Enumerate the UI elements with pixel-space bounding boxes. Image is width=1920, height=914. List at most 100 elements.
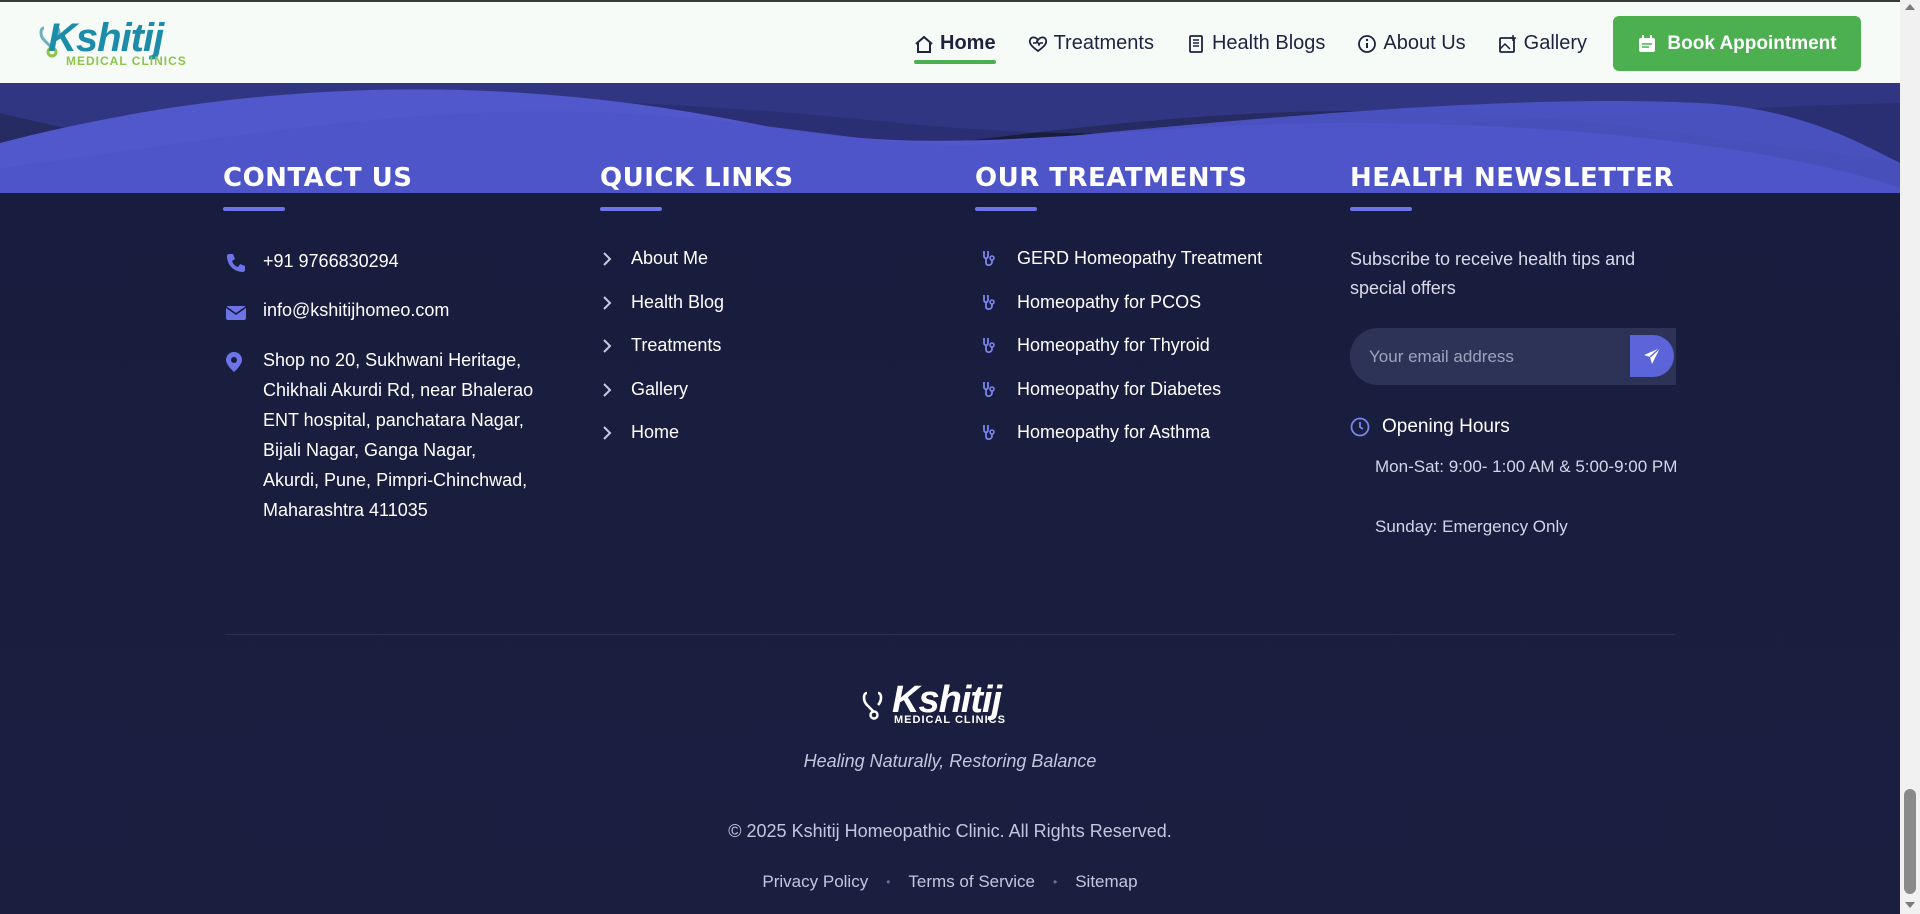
footer-copyright: © 2025 Kshitij Homeopathic Clinic. All R… — [728, 821, 1172, 841]
treatment-label: Homeopathy for Thyroid — [1017, 335, 1210, 355]
address-text: Shop no 20, Sukhwani Heritage, Chikhali … — [263, 345, 533, 525]
nav-health-blogs[interactable]: Health Blogs — [1186, 24, 1325, 64]
nav-about-us-label: About Us — [1383, 32, 1466, 54]
newsletter-title-underline — [1350, 207, 1412, 211]
newsletter-description: Subscribe to receive health tips and spe… — [1350, 249, 1636, 298]
contact-email[interactable]: info@kshitijhomeo.com — [225, 295, 449, 331]
newsletter-submit-button[interactable] — [1630, 335, 1674, 377]
quick-link-label: Health Blog — [631, 292, 725, 312]
heart-pulse-icon — [1028, 35, 1047, 52]
treatment-label: Homeopathy for Asthma — [1017, 422, 1211, 442]
opening-hours-title: Opening Hours — [1382, 416, 1510, 437]
address-line: Maharashtra 411035 — [263, 500, 428, 520]
hours-weekday: Mon-Sat: 9:00- 1:00 AM & 5:00-9:00 PM — [1375, 457, 1678, 476]
footer-logo[interactable]: Kshitij MEDICAL CLINICS — [862, 679, 1042, 727]
separator-dot: • — [1053, 875, 1058, 889]
nav-gallery[interactable]: Gallery — [1498, 24, 1587, 64]
sitemap-link[interactable]: Sitemap — [1075, 872, 1137, 892]
chevron-right-icon — [602, 338, 631, 353]
quick-link-treatments[interactable]: Treatments — [602, 335, 721, 356]
quick-link-label: Gallery — [631, 379, 689, 399]
nav-home[interactable]: Home — [914, 24, 996, 64]
footer-tagline: Healing Naturally, Restoring Balance — [803, 751, 1097, 771]
scroll-up-arrow-icon[interactable] — [1905, 4, 1915, 10]
nav-treatments-label: Treatments — [1053, 32, 1154, 54]
book-appointment-button[interactable]: Book Appointment — [1613, 16, 1861, 71]
opening-hours-heading: Opening Hours — [1350, 416, 1510, 438]
scrollbar-thumb[interactable] — [1904, 789, 1916, 894]
navbar: Kshitij MEDICAL CLINICS Home Treatments … — [0, 0, 1900, 83]
address-line: Chikhali Akurdi Rd, near Bhalerao — [263, 380, 534, 400]
clock-icon — [1350, 417, 1370, 437]
footer-legal-links: Privacy Policy • Terms of Service • Site… — [0, 872, 1900, 892]
nav-treatments[interactable]: Treatments — [1028, 24, 1154, 64]
treatment-label: GERD Homeopathy Treatment — [1017, 248, 1263, 268]
envelope-icon — [225, 295, 263, 331]
quick-link-health-blog[interactable]: Health Blog — [602, 292, 724, 313]
separator-dot: • — [886, 875, 891, 889]
hours-sunday: Sunday: Emergency Only — [1375, 517, 1568, 536]
treatments-title-underline — [975, 207, 1037, 211]
main-nav: Home Treatments Health Blogs About Us Ga… — [914, 2, 1619, 85]
treatment-label: Homeopathy for PCOS — [1017, 292, 1202, 312]
chevron-right-icon — [602, 382, 631, 397]
treatment-link-diabetes[interactable]: Homeopathy for Diabetes — [980, 379, 1221, 400]
privacy-policy-link[interactable]: Privacy Policy — [762, 872, 868, 892]
image-icon — [1498, 34, 1516, 53]
quick-link-label: Home — [631, 422, 680, 442]
nav-home-label: Home — [940, 32, 996, 54]
quick-link-gallery[interactable]: Gallery — [602, 379, 688, 400]
stethoscope-icon — [980, 249, 1017, 269]
quick-links-title-underline — [600, 207, 662, 211]
contact-column: CONTACT US — [223, 163, 413, 211]
stethoscope-logo-icon — [862, 691, 883, 720]
address-line: ENT hospital, panchatara Nagar, — [263, 410, 524, 430]
newsletter-form — [1350, 328, 1676, 385]
newsletter-column: HEALTH NEWSLETTER — [1350, 163, 1674, 211]
stethoscope-icon — [980, 293, 1017, 313]
contact-title-underline — [223, 207, 285, 211]
terms-of-service-link[interactable]: Terms of Service — [908, 872, 1035, 892]
treatment-label: Homeopathy for Diabetes — [1017, 379, 1222, 399]
email-text: info@kshitijhomeo.com — [263, 300, 450, 320]
treatments-column: OUR TREATMENTS — [975, 163, 1248, 211]
quick-link-home[interactable]: Home — [602, 422, 679, 443]
nav-about-us[interactable]: About Us — [1357, 24, 1466, 64]
home-icon — [915, 35, 933, 53]
stethoscope-icon — [980, 423, 1017, 443]
quick-link-label: Treatments — [631, 335, 722, 355]
phone-icon — [225, 246, 263, 283]
chevron-right-icon — [602, 251, 631, 266]
footer-logo-subtext: MEDICAL CLINICS — [894, 714, 1006, 726]
stethoscope-icon — [980, 380, 1017, 400]
footer-divider — [225, 634, 1675, 635]
treatment-link-gerd[interactable]: GERD Homeopathy Treatment — [980, 248, 1262, 269]
nav-health-blogs-label: Health Blogs — [1211, 32, 1326, 54]
quick-link-about-me[interactable]: About Me — [602, 248, 708, 269]
stethoscope-icon — [980, 336, 1017, 356]
chevron-right-icon — [602, 295, 631, 310]
address-line: Bijali Nagar, Ganga Nagar, — [263, 440, 477, 460]
newsletter-email-input[interactable] — [1350, 346, 1600, 367]
newsletter-title: HEALTH NEWSLETTER — [1350, 163, 1675, 193]
treatments-title: OUR TREATMENTS — [975, 163, 1248, 193]
address-line: Akurdi, Pune, Pimpri-Chinchwad, — [263, 470, 528, 490]
quick-links-title: QUICK LINKS — [600, 163, 794, 193]
treatment-link-thyroid[interactable]: Homeopathy for Thyroid — [980, 335, 1210, 356]
treatment-link-asthma[interactable]: Homeopathy for Asthma — [980, 422, 1210, 443]
chevron-right-icon — [602, 425, 631, 440]
quick-links-column: QUICK LINKS — [600, 163, 794, 211]
logo[interactable]: Kshitij MEDICAL CLINICS — [38, 16, 198, 72]
map-pin-icon — [225, 345, 263, 525]
address-line: Shop no 20, Sukhwani Heritage, — [263, 350, 522, 370]
contact-phone[interactable]: +91 9766830294 — [225, 246, 399, 283]
send-icon — [1644, 347, 1661, 364]
contact-address: Shop no 20, Sukhwani Heritage, Chikhali … — [225, 345, 533, 525]
book-appointment-label: Book Appointment — [1667, 32, 1837, 54]
logo-subtext: MEDICAL CLINICS — [66, 54, 187, 68]
page-scrollbar[interactable] — [1900, 0, 1920, 914]
quick-link-label: About Me — [631, 248, 709, 268]
treatment-link-pcos[interactable]: Homeopathy for PCOS — [980, 292, 1201, 313]
scroll-down-arrow-icon[interactable] — [1905, 902, 1915, 908]
contact-title: CONTACT US — [223, 163, 413, 193]
